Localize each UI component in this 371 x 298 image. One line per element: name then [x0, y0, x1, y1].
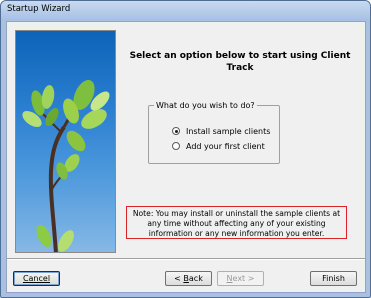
option-add-first-client-label: Add your first client: [186, 141, 265, 151]
title-bar[interactable]: Startup Wizard: [1, 1, 370, 19]
note-box: Note: You may install or uninstall the s…: [126, 206, 347, 239]
option-install-sample-clients[interactable]: Install sample clients: [172, 125, 270, 137]
divider: [7, 258, 365, 260]
cancel-button-label: Cancel: [22, 274, 51, 283]
next-button-rest: ext >: [232, 274, 255, 283]
options-group: What do you wish to do? Install sample c…: [148, 100, 280, 164]
back-button[interactable]: < Back: [165, 271, 212, 286]
back-button-rest: ack: [188, 274, 203, 283]
next-button[interactable]: Next >: [217, 271, 264, 286]
option-add-first-client[interactable]: Add your first client: [172, 140, 265, 152]
finish-button-label: Finish: [322, 274, 345, 283]
radio-add-first-client[interactable]: [172, 142, 180, 150]
window-title: Startup Wizard: [7, 4, 71, 14]
startup-wizard-window: Startup Wizard Select an option below to…: [0, 0, 371, 298]
cancel-button[interactable]: Cancel: [13, 271, 60, 286]
radio-install-sample-clients[interactable]: [172, 127, 180, 135]
finish-button[interactable]: Finish: [310, 271, 357, 286]
wizard-client-area: Select an option below to start using Cl…: [6, 21, 366, 293]
wizard-side-image: [15, 30, 116, 253]
options-group-label: What do you wish to do?: [154, 100, 257, 111]
option-install-sample-clients-label: Install sample clients: [186, 126, 271, 136]
wizard-heading: Select an option below to start using Cl…: [129, 51, 351, 73]
